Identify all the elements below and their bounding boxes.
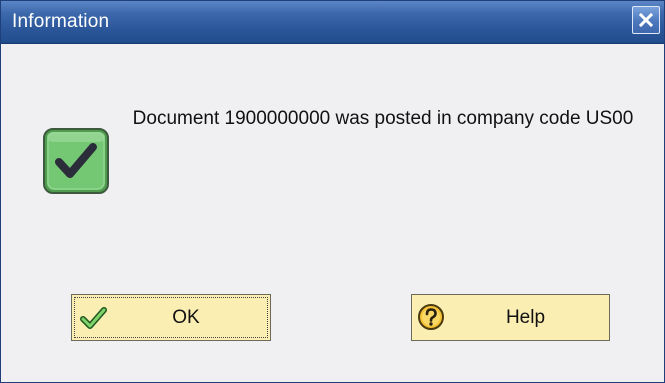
help-question-icon bbox=[418, 304, 444, 330]
checkmark-success-icon bbox=[43, 128, 109, 194]
dialog-content: Document 1900000000 was posted in compan… bbox=[1, 44, 664, 382]
close-icon bbox=[638, 12, 654, 28]
ok-button-label: OK bbox=[172, 307, 200, 328]
ok-button[interactable]: OK bbox=[71, 294, 271, 341]
help-button[interactable]: Help bbox=[411, 294, 610, 341]
title-bar: Information bbox=[1, 1, 664, 44]
close-button[interactable] bbox=[632, 6, 660, 34]
help-button-label: Help bbox=[505, 307, 546, 328]
dialog-message: Document 1900000000 was posted in compan… bbox=[132, 108, 634, 129]
information-dialog: Information Document 1900000000 was post… bbox=[0, 0, 665, 383]
dialog-title: Information bbox=[12, 11, 110, 32]
